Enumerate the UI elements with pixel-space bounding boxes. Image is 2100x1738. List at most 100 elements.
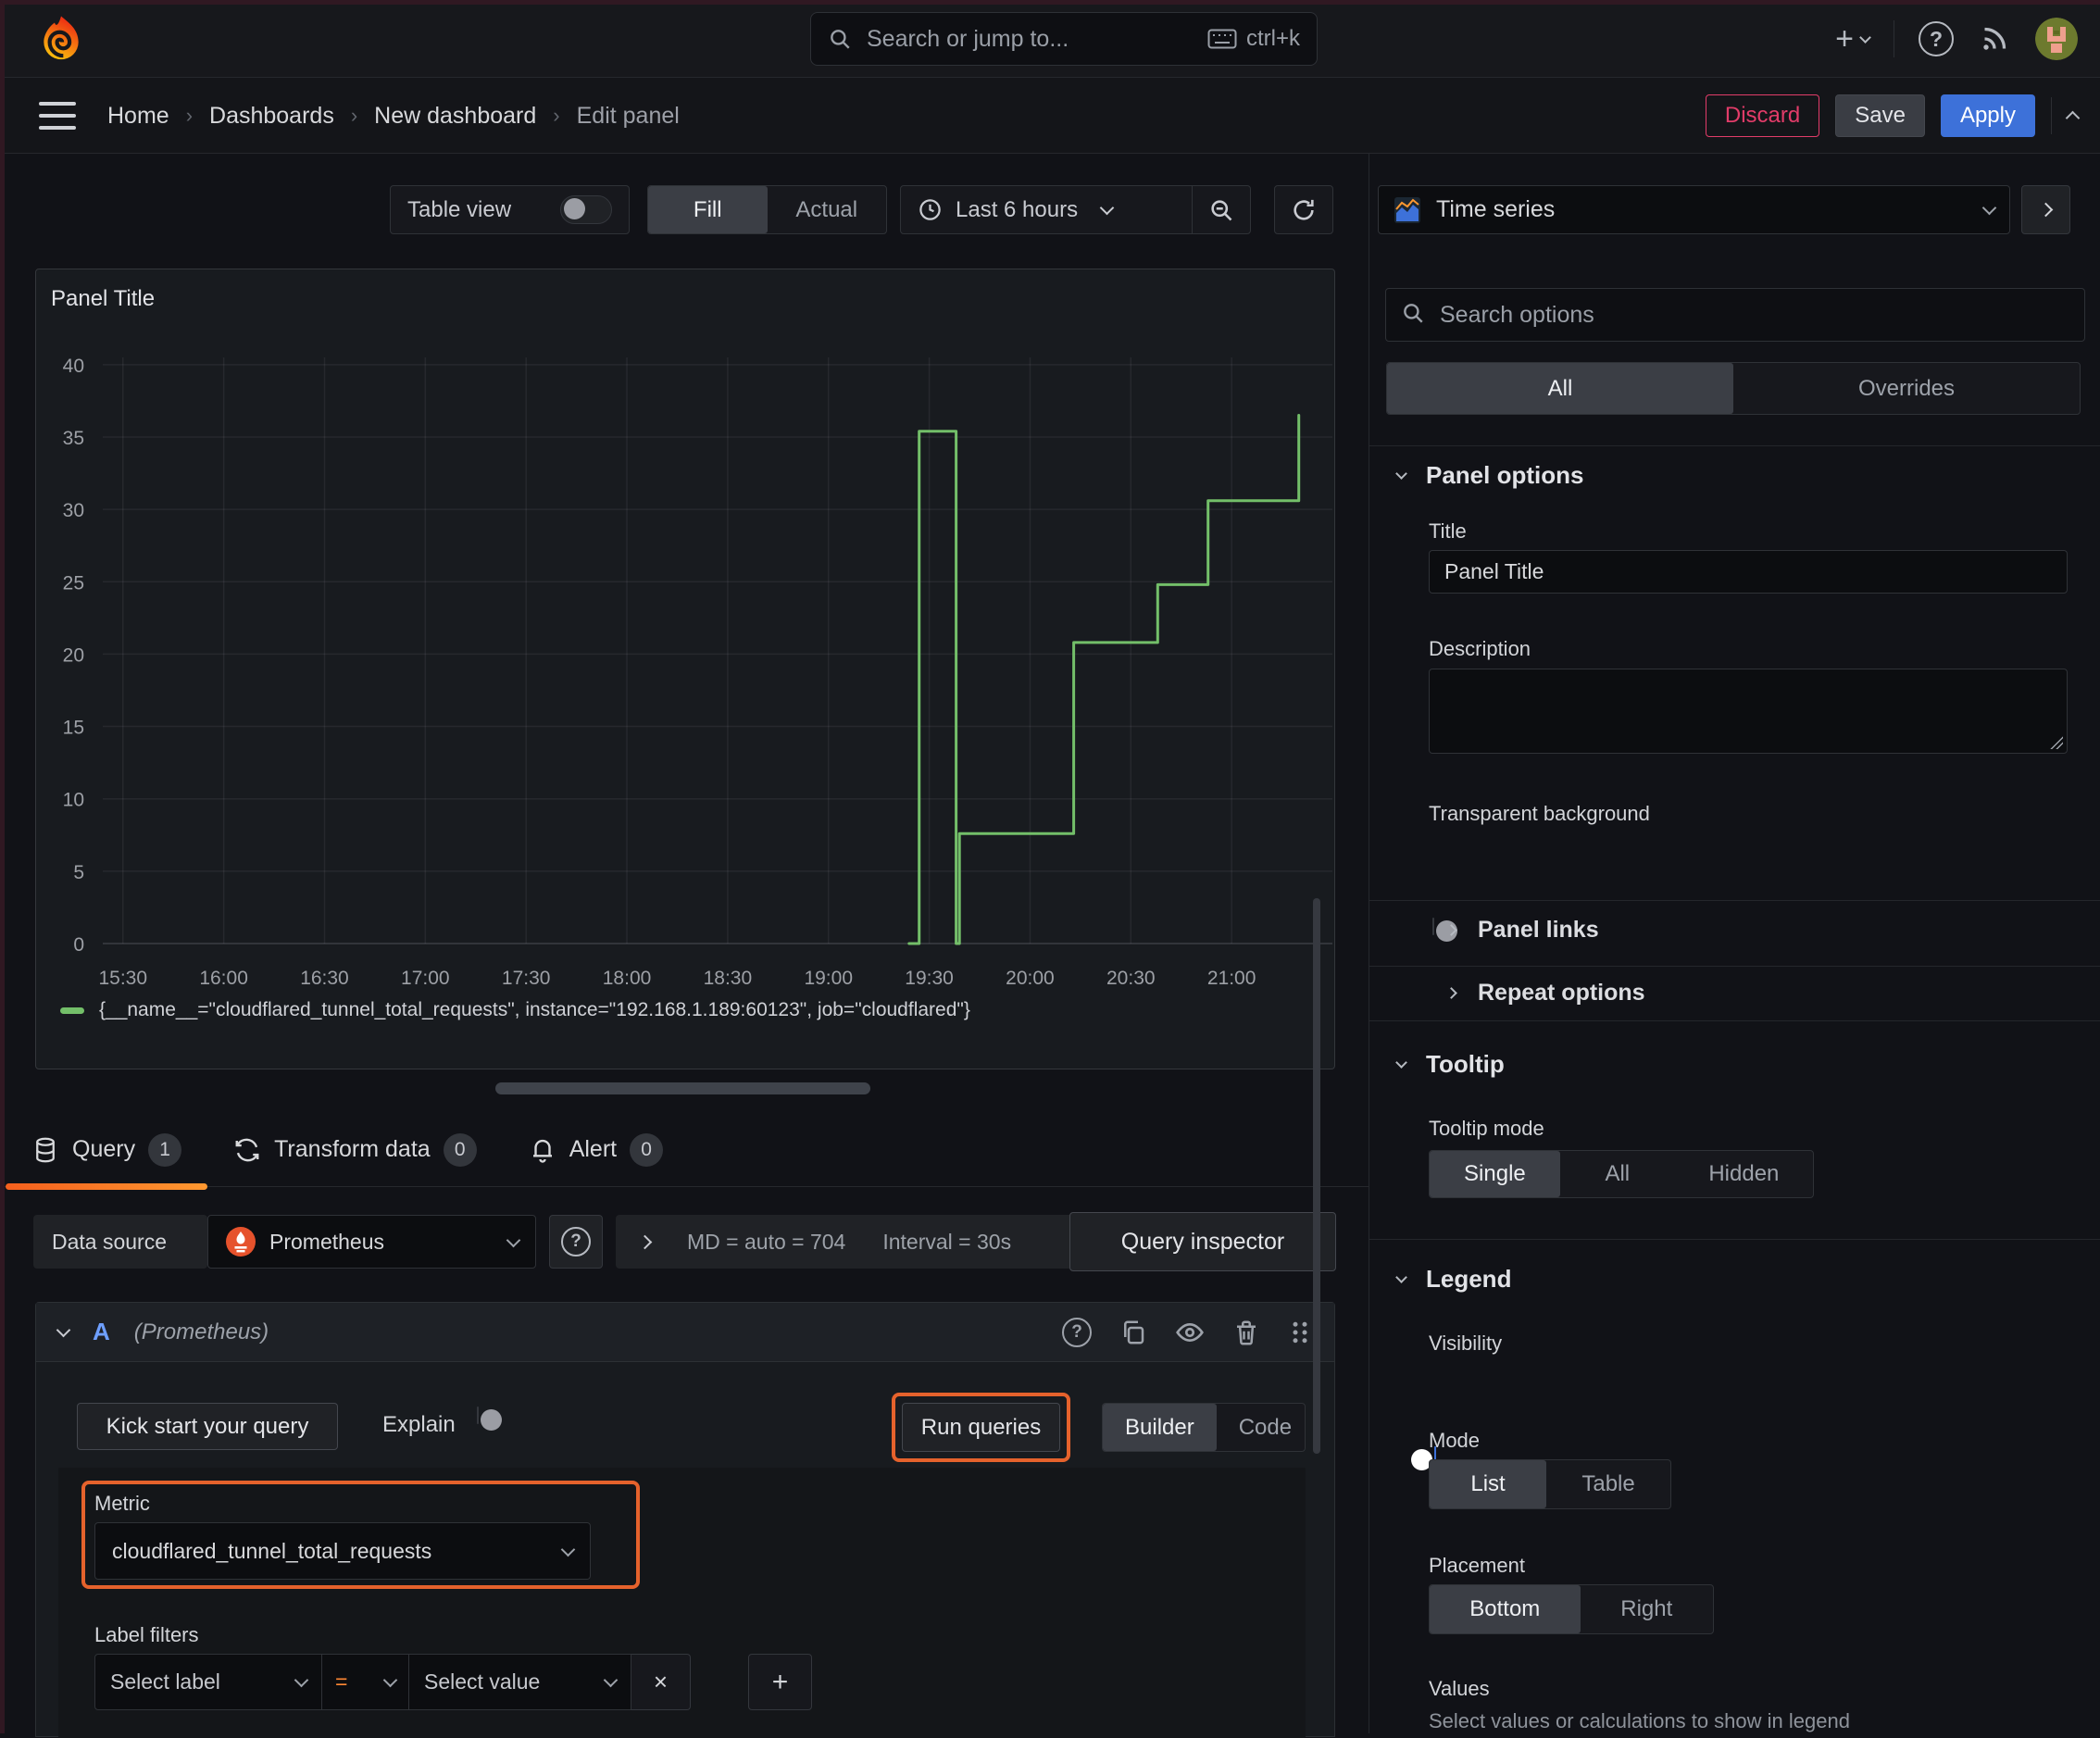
divider [1369,445,2100,446]
legend-list-option[interactable]: List [1430,1460,1547,1508]
breadcrumb-new-dashboard[interactable]: New dashboard [374,103,536,130]
actions-divider [2051,97,2052,134]
visualization-picker[interactable]: Time series [1378,185,2010,234]
avatar[interactable] [2035,18,2078,60]
zoom-out-button[interactable] [1193,185,1250,234]
options-search-input[interactable] [1438,300,2069,330]
svg-text:35: 35 [63,428,84,449]
breadcrumb-separator: › [185,104,194,127]
panel-title-input[interactable] [1429,550,2068,594]
actual-option[interactable]: Actual [768,186,887,233]
window-frame-top [0,0,2100,5]
drag-handle-icon[interactable] [1288,1319,1312,1346]
svg-text:20:30: 20:30 [1106,968,1156,989]
select-label-dropdown[interactable]: Select label [94,1654,322,1710]
tooltip-hidden-option[interactable]: Hidden [1675,1151,1813,1197]
run-queries-button[interactable]: Run queries [902,1403,1060,1452]
tab-overrides[interactable]: Overrides [1733,363,2080,414]
datasource-picker[interactable]: Prometheus [207,1215,536,1269]
tab-all[interactable]: All [1387,363,1733,414]
trash-icon[interactable] [1232,1319,1260,1346]
section-repeat-options[interactable]: Repeat options [1445,980,1645,1007]
grafana-logo[interactable] [35,13,87,65]
tab-alert[interactable]: Alert 0 [503,1113,689,1187]
svg-text:17:30: 17:30 [502,968,551,989]
apply-button[interactable]: Apply [1940,94,2035,137]
new-menu-button[interactable]: + [1835,21,1871,57]
legend-bottom-option[interactable]: Bottom [1430,1585,1581,1633]
collapse-options-button[interactable] [2021,185,2070,234]
hide-response-eye-icon[interactable] [1175,1318,1205,1347]
query-help-icon[interactable]: ? [1062,1317,1092,1347]
query-builder-area: Metric cloudflared_tunnel_total_requests… [58,1468,1306,1738]
legend-right-option[interactable]: Right [1581,1585,1713,1633]
panel-preview: Panel Title 0 5 10 15 20 25 30 35 40 15:30 16:00 16… [35,269,1335,1069]
alert-count-badge: 0 [630,1132,664,1167]
legend-values-hint: Select values or calculations to show in… [1429,1709,1850,1732]
table-view-toggle[interactable] [560,195,612,224]
metric-dropdown[interactable]: cloudflared_tunnel_total_requests [94,1522,591,1580]
svg-text:40: 40 [63,356,84,377]
prometheus-icon [226,1227,256,1257]
save-button[interactable]: Save [1835,94,1925,137]
database-icon [36,1137,55,1162]
global-search-input[interactable] [865,24,1194,54]
remove-filter-button[interactable]: × [631,1654,691,1710]
select-value-dropdown[interactable]: Select value [409,1654,631,1710]
duplicate-icon[interactable] [1119,1319,1147,1346]
menu-toggle-icon[interactable] [39,102,76,130]
transparent-bg-toggle[interactable] [1432,918,1457,942]
svg-text:17:00: 17:00 [401,968,450,989]
breadcrumb-home[interactable]: Home [107,103,169,130]
operator-dropdown[interactable]: = [322,1654,409,1710]
help-icon[interactable]: ? [1919,21,1954,56]
section-tooltip[interactable]: Tooltip [1395,1050,1505,1079]
section-panel-links[interactable]: Panel links [1445,917,1599,944]
svg-text:21:00: 21:00 [1207,968,1256,989]
legend-table-option[interactable]: Table [1546,1460,1670,1508]
section-panel-options[interactable]: Panel options [1395,461,1583,490]
chevron-right-icon[interactable] [637,1234,653,1249]
main-scrollbar[interactable] [1313,898,1320,1454]
resize-corner-icon[interactable] [2050,736,2063,749]
chevron-right-icon [1445,924,1457,936]
top-nav-bar: ctrl+k + ? [0,0,2100,78]
kickstart-query-button[interactable]: Kick start your query [77,1403,338,1450]
section-legend[interactable]: Legend [1395,1265,1511,1294]
fill-option[interactable]: Fill [648,186,768,233]
series-legend[interactable]: {__name__="cloudflared_tunnel_total_requ… [60,999,970,1021]
time-controls: Last 6 hours [900,185,1251,234]
refresh-button[interactable] [1274,185,1333,234]
time-range-picker[interactable]: Last 6 hours [901,197,1192,223]
discard-button[interactable]: Discard [1705,94,1820,137]
datasource-help-button[interactable]: ? [549,1215,603,1269]
breadcrumb-dashboards[interactable]: Dashboards [209,103,334,130]
svg-text:16:30: 16:30 [300,968,349,989]
news-rss-icon[interactable] [1978,22,2011,56]
transform-icon [235,1138,259,1161]
code-option[interactable]: Code [1217,1404,1305,1451]
legend-values-label: Values [1429,1677,1490,1700]
query-inspector-button[interactable]: Query inspector [1069,1212,1336,1271]
svg-text:15:30: 15:30 [98,968,147,989]
explain-toggle[interactable] [477,1407,502,1431]
description-field [1429,669,2068,754]
panel-links-label: Panel links [1478,917,1599,943]
keyboard-icon [1207,29,1237,49]
global-search[interactable]: ctrl+k [810,12,1318,66]
builder-option[interactable]: Builder [1103,1404,1217,1451]
panel-description-input[interactable] [1429,669,2068,754]
tooltip-single-option[interactable]: Single [1430,1151,1560,1197]
tab-transform[interactable]: Transform data 0 [207,1113,503,1187]
shortcut-hint: ctrl+k [1207,26,1300,52]
options-search[interactable] [1385,288,2085,342]
collapse-header-icon[interactable] [2065,108,2081,126]
divider [1369,966,2100,967]
add-filter-button[interactable]: + [748,1654,812,1710]
tooltip-all-option[interactable]: All [1560,1151,1675,1197]
pane-resize-handle[interactable] [495,1082,870,1094]
tab-query[interactable]: Query 1 [6,1113,208,1190]
query-row-header[interactable]: A (Prometheus) ? [36,1303,1334,1362]
chevron-down-icon [1395,1271,1407,1283]
explain-label: Explain [382,1412,456,1437]
